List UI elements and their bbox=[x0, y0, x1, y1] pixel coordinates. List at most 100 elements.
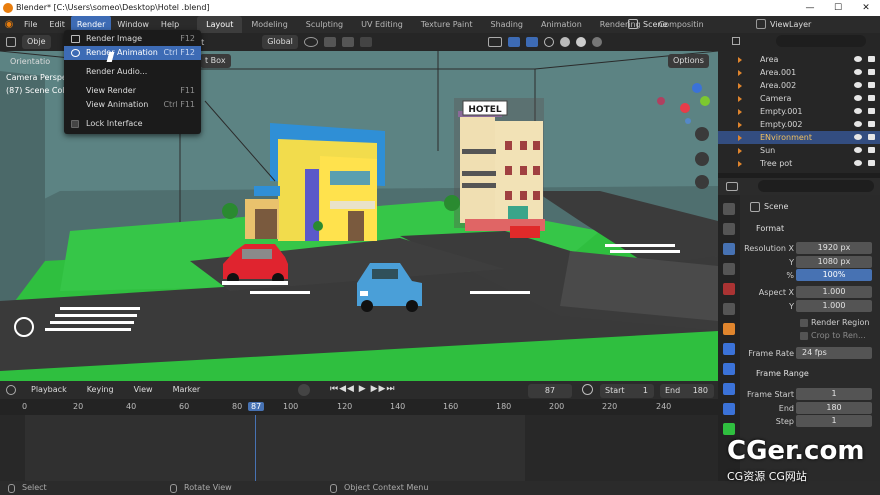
filter-icon[interactable] bbox=[732, 37, 740, 45]
constraints-tab-icon[interactable] bbox=[723, 403, 735, 415]
tab-animation[interactable]: Animation bbox=[532, 16, 591, 33]
outliner-item-empty-001[interactable]: Empty.001 bbox=[718, 105, 880, 118]
outliner-search-input[interactable] bbox=[776, 35, 866, 47]
eye-icon[interactable] bbox=[854, 56, 862, 62]
menu-file[interactable]: File bbox=[18, 16, 43, 33]
select-box-dropdown[interactable]: t Box bbox=[200, 54, 231, 68]
tab-modeling[interactable]: Modeling bbox=[242, 16, 296, 33]
menu-render-animation[interactable]: Render Animation Ctrl F12 bbox=[64, 46, 201, 60]
close-button[interactable]: ✕ bbox=[852, 0, 880, 16]
crop-checkbox[interactable] bbox=[800, 332, 808, 340]
playback-menu[interactable]: Playback bbox=[26, 383, 72, 397]
transform-orientation[interactable]: Global bbox=[262, 35, 298, 49]
render-camera-icon[interactable] bbox=[868, 121, 875, 127]
end-frame-field[interactable]: End 180 bbox=[660, 384, 714, 398]
solid-shading-icon[interactable] bbox=[559, 37, 570, 47]
render-camera-icon[interactable] bbox=[868, 147, 875, 153]
aspect-x-field[interactable]: 1.000 bbox=[796, 286, 872, 298]
frame-step-field[interactable]: 1 bbox=[796, 415, 872, 427]
snap-target-icon[interactable] bbox=[341, 37, 354, 47]
start-frame-field[interactable]: Start 1 bbox=[600, 384, 654, 398]
viewlayer-name[interactable]: ViewLayer bbox=[770, 16, 811, 33]
overlay-icon[interactable] bbox=[525, 37, 538, 47]
physics-tab-icon[interactable] bbox=[723, 383, 735, 395]
resolution-percent-field[interactable]: 100% bbox=[796, 269, 872, 281]
blender-menu-icon[interactable]: ◉ bbox=[0, 19, 18, 30]
outliner-item-sun[interactable]: Sun bbox=[718, 144, 880, 157]
pan-hand-icon[interactable] bbox=[695, 152, 709, 166]
menu-render-image[interactable]: Render Image F12 bbox=[64, 32, 201, 46]
rendered-shading-icon[interactable] bbox=[591, 37, 602, 47]
eye-icon[interactable] bbox=[854, 69, 862, 75]
menu-view-render[interactable]: View Render F11 bbox=[64, 84, 201, 98]
stopwatch-icon[interactable] bbox=[582, 384, 593, 395]
frame-start-field[interactable]: 1 bbox=[796, 388, 872, 400]
camera-view-icon[interactable] bbox=[695, 175, 709, 189]
format-section-header[interactable]: Format bbox=[744, 222, 876, 236]
keying-menu[interactable]: Keying bbox=[82, 383, 119, 397]
object-tab-icon[interactable] bbox=[723, 323, 735, 335]
view-layer-tab-icon[interactable] bbox=[723, 263, 735, 275]
resolution-y-field[interactable]: 1080 px bbox=[796, 256, 872, 268]
render-camera-icon[interactable] bbox=[868, 56, 875, 62]
world-tab-icon[interactable] bbox=[723, 303, 735, 315]
tab-layout[interactable]: Layout bbox=[197, 16, 243, 33]
checkbox-icon[interactable] bbox=[71, 120, 79, 128]
tab-rendering[interactable]: Rendering bbox=[591, 16, 650, 33]
render-camera-icon[interactable] bbox=[868, 108, 875, 114]
outliner-item-empty-002[interactable]: Empty.002 bbox=[718, 118, 880, 131]
render-region-checkbox[interactable] bbox=[800, 319, 808, 327]
eye-icon[interactable] bbox=[854, 108, 862, 114]
record-button[interactable] bbox=[298, 384, 310, 396]
outliner-item-environment[interactable]: ENvironment bbox=[718, 131, 880, 144]
properties-search-input[interactable] bbox=[758, 180, 874, 192]
resolution-x-field[interactable]: 1920 px bbox=[796, 242, 872, 254]
snap-icon[interactable] bbox=[323, 37, 336, 47]
orientation-label[interactable]: Orientatio bbox=[0, 55, 64, 69]
menu-render-audio[interactable]: Render Audio... bbox=[64, 65, 201, 79]
menu-view-animation[interactable]: View Animation Ctrl F11 bbox=[64, 98, 201, 112]
options-dropdown[interactable]: Options bbox=[668, 54, 709, 68]
tab-shading[interactable]: Shading bbox=[481, 16, 532, 33]
scene-tab-icon[interactable] bbox=[723, 283, 735, 295]
wireframe-shading-icon[interactable] bbox=[543, 37, 554, 47]
tab-texture-paint[interactable]: Texture Paint bbox=[412, 16, 482, 33]
timeline-ruler[interactable]: 0 20 40 60 80 87 100 120 140 160 180 200… bbox=[0, 399, 718, 415]
pivot-icon[interactable] bbox=[303, 37, 318, 47]
scene-selector[interactable]: Scene bbox=[643, 16, 667, 33]
eye-icon[interactable] bbox=[854, 160, 862, 166]
gizmo-icon[interactable] bbox=[507, 37, 520, 47]
eye-icon[interactable] bbox=[854, 95, 862, 101]
tool-tab-icon[interactable] bbox=[723, 203, 735, 215]
outliner-item-tree-pot[interactable]: Tree pot bbox=[718, 157, 880, 170]
editor-type-icon[interactable] bbox=[6, 37, 16, 47]
outliner-item-area-002[interactable]: Area.002 bbox=[718, 79, 880, 92]
frame-end-field[interactable]: 180 bbox=[796, 402, 872, 414]
maximize-button[interactable]: ☐ bbox=[824, 0, 852, 16]
outliner-item-area-001[interactable]: Area.001 bbox=[718, 66, 880, 79]
view-menu[interactable]: View bbox=[129, 383, 158, 397]
current-frame-field[interactable]: 87 bbox=[528, 384, 572, 398]
frame-range-section-header[interactable]: Frame Range bbox=[744, 367, 876, 381]
menu-lock-interface[interactable]: Lock Interface bbox=[64, 117, 201, 131]
proportional-icon[interactable] bbox=[359, 37, 372, 47]
playback-controls[interactable]: ⏮◀◀ ▶ ▶▶⏭ bbox=[330, 384, 396, 394]
outliner-item-camera[interactable]: Camera bbox=[718, 92, 880, 105]
visibility-icon[interactable] bbox=[487, 37, 502, 47]
clock-icon[interactable] bbox=[6, 385, 16, 395]
timeline-area[interactable]: 0 20 40 60 80 87 100 120 140 160 180 200… bbox=[0, 399, 718, 481]
mode-selector[interactable]: Obje bbox=[22, 35, 51, 49]
tab-uv-editing[interactable]: UV Editing bbox=[352, 16, 412, 33]
eye-icon[interactable] bbox=[854, 134, 862, 140]
playhead-frame[interactable]: 87 bbox=[248, 402, 265, 411]
eye-icon[interactable] bbox=[854, 121, 862, 127]
aspect-y-field[interactable]: 1.000 bbox=[796, 300, 872, 312]
output-tab-icon[interactable] bbox=[723, 243, 735, 255]
render-camera-icon[interactable] bbox=[868, 69, 875, 75]
outliner-item-area[interactable]: Area bbox=[718, 53, 880, 66]
render-camera-icon[interactable] bbox=[868, 134, 875, 140]
material-shading-icon[interactable] bbox=[575, 37, 586, 47]
render-camera-icon[interactable] bbox=[868, 160, 875, 166]
minimize-button[interactable]: — bbox=[796, 0, 824, 16]
render-tab-icon[interactable] bbox=[723, 223, 735, 235]
